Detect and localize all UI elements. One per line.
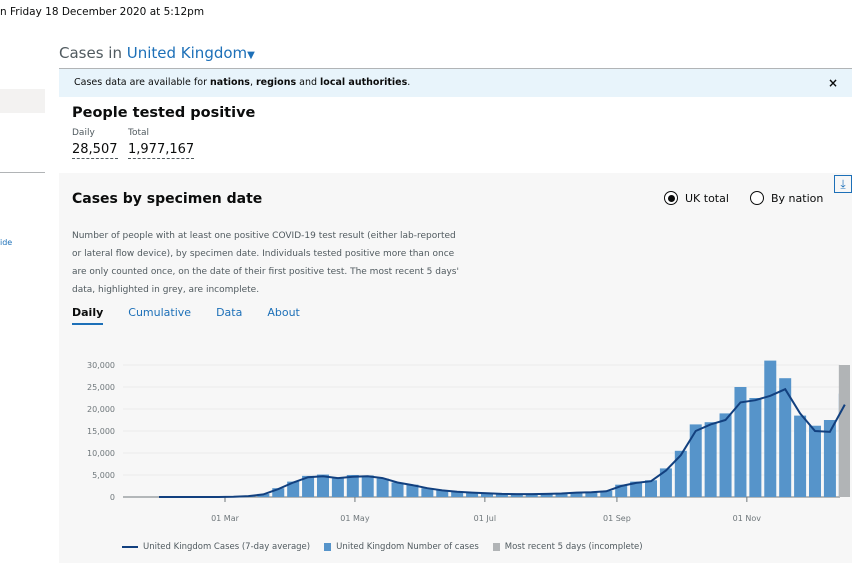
sidebar-link[interactable]: ide: [0, 238, 12, 247]
case-bar: [764, 360, 777, 497]
location-selector[interactable]: United Kingdom▼: [127, 44, 255, 62]
daily-value[interactable]: 28,507: [72, 142, 118, 159]
tab-data[interactable]: Data: [216, 306, 242, 325]
card-description: Number of people with at least one posit…: [72, 231, 459, 295]
case-bar: [674, 450, 687, 497]
radio-by-nation[interactable]: By nation: [750, 191, 823, 205]
banner-end: .: [407, 77, 411, 88]
info-banner: Cases data are available for nations, re…: [59, 68, 852, 97]
case-bar: [376, 478, 389, 497]
radio-unchecked-icon: [750, 191, 764, 205]
total-stat: Total 1,977,167: [128, 128, 195, 159]
case-bar: [809, 425, 822, 497]
tab-daily[interactable]: Daily: [72, 306, 104, 325]
total-label: Total: [128, 128, 150, 138]
legend-item[interactable]: Most recent 5 days (incomplete): [492, 542, 643, 552]
case-bar: [346, 475, 359, 497]
radio-label: UK total: [685, 191, 729, 205]
case-bar: [331, 478, 344, 497]
case-bar: [794, 415, 807, 497]
x-tick-label: 01 Sep: [603, 514, 631, 523]
banner-text: Cases data are available for: [74, 77, 211, 88]
y-tick-label: 5,000: [92, 471, 115, 480]
incomplete-bar: [838, 365, 850, 497]
y-tick-label: 10,000: [87, 449, 115, 458]
case-bar: [391, 482, 404, 497]
legend-label: United Kingdom Number of cases: [336, 542, 479, 552]
x-tick-label: 01 Mar: [211, 514, 240, 523]
legend-item[interactable]: United Kingdom Number of cases: [324, 542, 479, 552]
daily-stat: Daily 28,507: [72, 128, 118, 159]
chart-tabs: Daily Cumulative Data About: [72, 306, 300, 325]
cases-chart: 0 5,000 10,000 15,000 20,000 25,000 30,000 01 M…: [87, 360, 850, 523]
radio-label: By nation: [771, 191, 824, 205]
radio-uk-total[interactable]: UK total: [664, 191, 729, 205]
case-bar: [645, 480, 657, 497]
local-authorities-link[interactable]: local authorities: [320, 77, 407, 88]
caret-down-icon: ▼: [247, 50, 255, 61]
grey-swatch-icon: [492, 543, 500, 551]
chart-legend: United Kingdom Cases (7-day average) Uni…: [122, 542, 643, 552]
case-bar: [316, 474, 329, 497]
page-title: Cases in United Kingdom▼: [59, 44, 255, 62]
case-bar: [749, 398, 762, 497]
y-tick-label: 15,000: [87, 427, 115, 436]
sidebar-divider: [0, 172, 45, 173]
case-bar: [689, 424, 702, 497]
legend-item[interactable]: United Kingdom Cases (7-day average): [122, 542, 310, 552]
case-bar: [719, 413, 732, 497]
case-bar: [704, 422, 717, 497]
radio-checked-icon: [664, 191, 678, 205]
summary-title: People tested positive: [72, 105, 256, 121]
last-updated: n Friday 18 December 2020 at 5:12pm: [0, 6, 205, 18]
legend-label: United Kingdom Cases (7-day average): [143, 542, 311, 552]
x-tick-label: 01 Nov: [733, 514, 762, 523]
line-swatch-icon: [122, 546, 138, 548]
bar-swatch-icon: [324, 543, 332, 551]
y-tick-label: 0: [110, 493, 115, 502]
y-tick-label: 20,000: [87, 405, 115, 414]
x-tick-label: 01 May: [340, 514, 370, 523]
tab-about[interactable]: About: [267, 306, 300, 325]
regions-link[interactable]: regions: [256, 77, 296, 88]
title-prefix: Cases in: [59, 44, 122, 62]
banner-sep: and: [296, 77, 321, 88]
case-bar: [361, 475, 374, 497]
close-icon[interactable]: ×: [828, 69, 838, 97]
nations-link[interactable]: nations: [210, 77, 250, 88]
x-tick-label: 01 Jul: [474, 514, 496, 523]
y-tick-label: 30,000: [87, 361, 115, 370]
y-tick-label: 25,000: [87, 383, 115, 392]
sidebar-selected-item[interactable]: [0, 89, 45, 113]
location-name: United Kingdom: [126, 44, 248, 62]
card-title: Cases by specimen date: [72, 191, 263, 207]
daily-label: Daily: [72, 128, 95, 138]
tab-cumulative[interactable]: Cumulative: [128, 306, 191, 325]
download-icon[interactable]: ⤓: [834, 175, 852, 193]
legend-label: Most recent 5 days (incomplete): [504, 542, 643, 552]
total-value[interactable]: 1,977,167: [128, 142, 195, 159]
